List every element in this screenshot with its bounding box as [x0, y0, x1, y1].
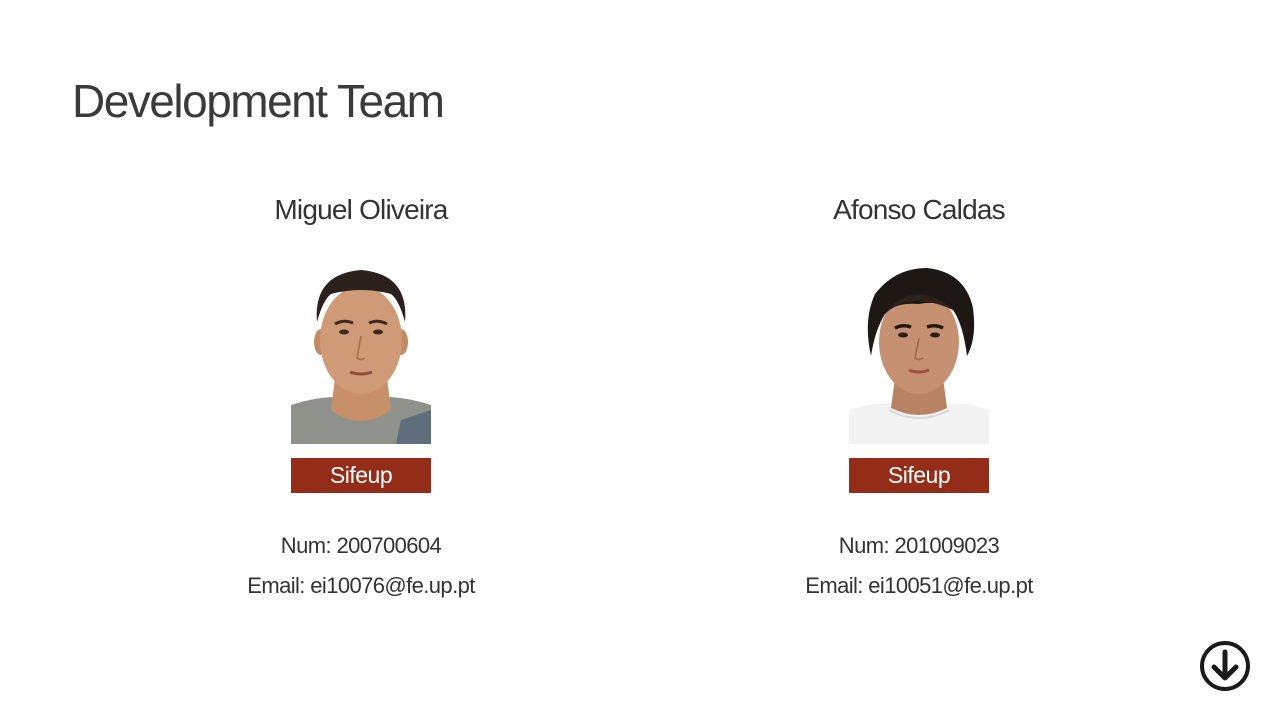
- page-title: Development Team: [72, 75, 445, 127]
- member-photo: [291, 260, 431, 444]
- team-member-card: Afonso Caldas Sifeup Num: 201009023 Emai…: [729, 190, 1109, 601]
- member-email: Email: ei10051@fe.up.pt: [805, 573, 1033, 598]
- team-member-card: Miguel Oliveira Sifeup Num: 200700604 Em…: [171, 190, 551, 601]
- scroll-down-button[interactable]: [1198, 639, 1252, 693]
- member-number: Num: 200700604: [280, 533, 442, 558]
- member-photo: [849, 260, 989, 444]
- arrow-down-circle-icon: [1200, 641, 1250, 691]
- member-number: Num: 201009023: [838, 533, 1000, 558]
- sifeup-button[interactable]: Sifeup: [291, 458, 431, 493]
- sifeup-button[interactable]: Sifeup: [849, 458, 989, 493]
- member-name: Afonso Caldas: [833, 194, 1006, 225]
- page: Development Team Miguel Oliveira Sifeup …: [0, 0, 1280, 720]
- member-email: Email: ei10076@fe.up.pt: [247, 573, 475, 598]
- member-name: Miguel Oliveira: [274, 194, 448, 225]
